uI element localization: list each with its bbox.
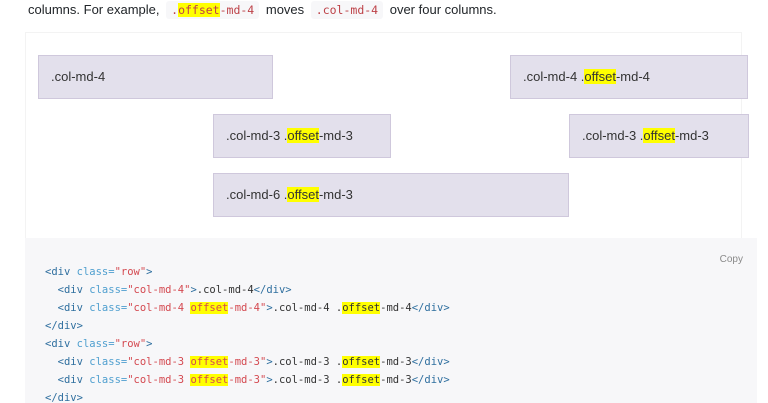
copy-button[interactable]: Copy	[720, 254, 743, 265]
search-highlight: offset	[342, 302, 381, 314]
code-line: <div class="col-md-3 offset-md-3">.col-m…	[57, 374, 450, 386]
example-grid: .col-md-4 .col-md-4 .offset-md-4 .col-md…	[25, 32, 749, 238]
col-label: .col-md-4	[51, 69, 106, 84]
code-block: Copy <div class="row"> <div class="col-m…	[25, 238, 757, 403]
col-md-3-offset-md-3: .col-md-3 .offset-md-3	[213, 114, 391, 158]
code-line: <div class="row">	[45, 338, 153, 350]
inline-code-col: .col-md-4	[310, 1, 384, 19]
code-line: <div class="col-md-4 offset-md-4">.col-m…	[57, 302, 450, 314]
search-highlight: offset	[190, 356, 229, 368]
search-highlight: offset	[643, 128, 675, 143]
search-highlight: offset	[287, 187, 319, 202]
col-label-b: -md-3	[318, 128, 353, 143]
search-highlight: offset	[190, 374, 229, 386]
col-label-a: .col-md-4 .	[523, 69, 585, 84]
search-highlight: offset	[190, 302, 229, 314]
col-label-a: .col-md-3 .	[582, 128, 644, 143]
col-label-b: -md-3	[318, 187, 353, 202]
col-md-3-offset-md-3: .col-md-3 .offset-md-3	[569, 114, 749, 158]
col-md-6-offset-md-3: .col-md-6 .offset-md-3	[213, 173, 569, 217]
col-md-4-offset-md-4: .col-md-4 .offset-md-4	[510, 55, 748, 99]
code-line: </div>	[45, 392, 83, 403]
intro-suffix: over four columns.	[389, 2, 497, 17]
code-line: </div>	[45, 320, 83, 332]
code-line: <div class="col-md-3 offset-md-3">.col-m…	[57, 356, 450, 368]
inline-code-rest: -md-4	[219, 3, 255, 17]
col-label-b: -md-3	[674, 128, 709, 143]
intro-middle: moves	[265, 2, 305, 17]
col-label-a: .col-md-6 .	[226, 187, 288, 202]
col-md-4: .col-md-4	[38, 55, 273, 99]
search-highlight: offset	[178, 3, 220, 17]
code-listing: <div class="row"> <div class="col-md-4">…	[45, 263, 450, 403]
search-highlight: offset	[342, 374, 381, 386]
search-highlight: offset	[342, 356, 381, 368]
inline-code-offset: .offset-md-4	[166, 1, 260, 19]
code-line: <div class="col-md-4">.col-md-4</div>	[57, 284, 292, 296]
col-label-a: .col-md-3 .	[226, 128, 288, 143]
search-highlight: offset	[584, 69, 616, 84]
search-highlight: offset	[287, 128, 319, 143]
intro-prefix: columns. For example,	[28, 2, 160, 17]
code-line: <div class="row">	[45, 266, 153, 278]
intro-text: columns. For example, .offset-md-4 moves…	[28, 0, 768, 20]
col-label-b: -md-4	[615, 69, 650, 84]
